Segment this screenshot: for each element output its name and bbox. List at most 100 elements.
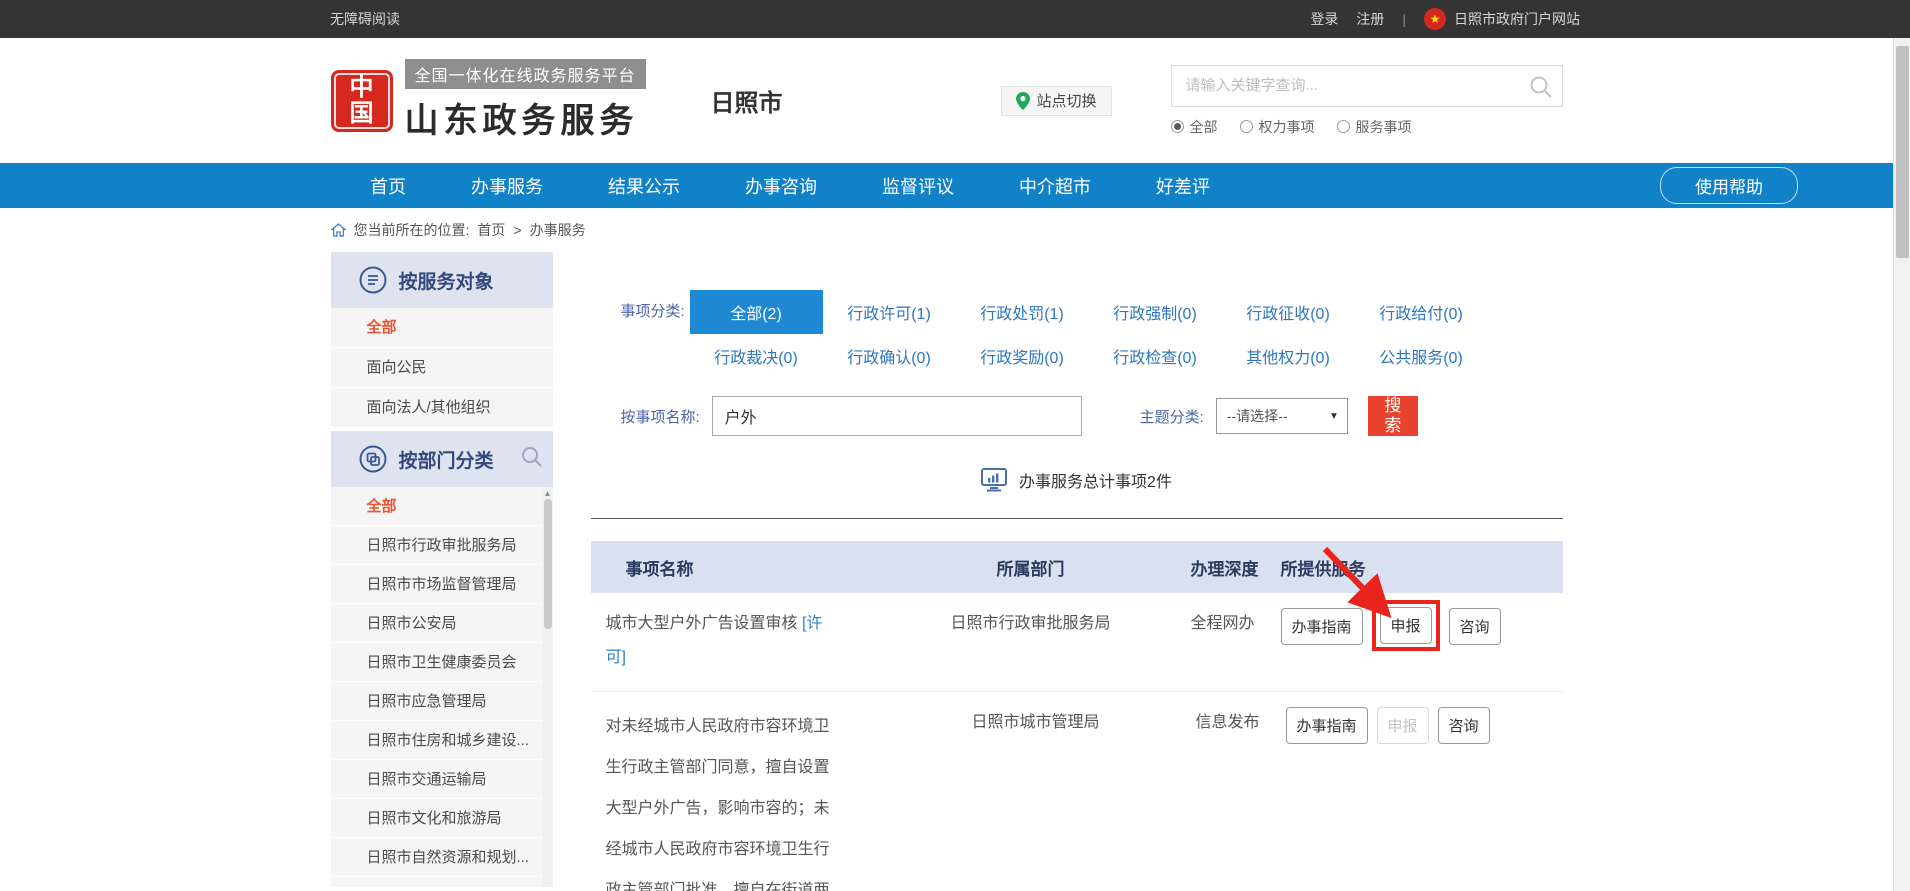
sidebar-scroll-thumb[interactable]: [544, 499, 552, 629]
nav-item-supervision[interactable]: 监督评议: [882, 173, 954, 199]
nav-item-consult[interactable]: 办事咨询: [745, 173, 817, 199]
scope-label: 权力事项: [1259, 117, 1315, 137]
item-name-link[interactable]: 城市大型户外广告设置审核: [606, 615, 798, 632]
department-circle-icon: [359, 445, 387, 473]
col-department: 所属部门: [931, 555, 1131, 580]
department-search-icon[interactable]: [520, 445, 544, 474]
sidebar-scrollbar[interactable]: ▲: [543, 487, 553, 887]
scope-radio-service[interactable]: 服务事项: [1337, 117, 1412, 137]
keyword-search-input[interactable]: [1172, 66, 1562, 106]
service-target-header: 按服务对象: [331, 252, 553, 308]
department-item-all[interactable]: 全部: [331, 487, 553, 526]
login-link[interactable]: 登录: [1310, 9, 1338, 29]
tab-xingzheng-jifu[interactable]: 行政给付(0): [1355, 290, 1488, 334]
guide-button[interactable]: 办事指南: [1281, 608, 1363, 645]
page-scroll-thumb[interactable]: [1896, 46, 1909, 258]
search-button[interactable]: 搜 索: [1368, 396, 1418, 436]
scope-radio-all[interactable]: 全部: [1171, 117, 1218, 137]
tab-xingzheng-queren[interactable]: 行政确认(0): [823, 334, 956, 378]
topic-select[interactable]: --请选择-- ▼: [1216, 398, 1348, 434]
scope-label: 全部: [1190, 117, 1218, 137]
tab-xingzheng-jiancha[interactable]: 行政检查(0): [1089, 334, 1222, 378]
guide-button[interactable]: 办事指南: [1286, 707, 1368, 744]
breadcrumb-home[interactable]: 首页: [477, 220, 505, 240]
item-name-text[interactable]: 对未经城市人民政府市容环境卫生行政主管部门同意，擅自设置大型户外广告，影响市容的…: [591, 706, 841, 891]
register-link[interactable]: 注册: [1356, 9, 1384, 29]
tab-xingzheng-qiangzhi[interactable]: 行政强制(0): [1089, 290, 1222, 334]
service-target-item-all[interactable]: 全部: [331, 308, 553, 348]
item-department: 日照市城市管理局: [936, 706, 1136, 740]
page-scrollbar[interactable]: [1893, 38, 1910, 891]
item-name-input[interactable]: [712, 396, 1082, 436]
tab-qita-quanli[interactable]: 其他权力(0): [1222, 334, 1355, 378]
main-navigation: 首页 办事服务 结果公示 办事咨询 监督评议 中介超市 好差评 使用帮助: [0, 163, 1893, 208]
radio-icon: [1171, 120, 1184, 133]
department-item[interactable]: 日照市公安局: [331, 604, 553, 643]
apply-button-disabled: 申报: [1377, 707, 1429, 744]
nav-item-home[interactable]: 首页: [370, 173, 406, 199]
service-target-title: 按服务对象: [399, 267, 494, 294]
category-tabs: 全部(2) 行政许可(1) 行政处罚(1) 行政强制(0) 行政征收(0) 行政…: [690, 290, 1488, 378]
category-label: 事项分类:: [591, 290, 690, 378]
scope-label: 服务事项: [1356, 117, 1412, 137]
tab-gonggong-fuwu[interactable]: 公共服务(0): [1355, 334, 1488, 378]
radio-icon: [1240, 120, 1253, 133]
tab-xingzheng-caijue[interactable]: 行政裁决(0): [690, 334, 823, 378]
portal-link-label: 日照市政府门户网站: [1454, 9, 1580, 29]
site-logo[interactable]: 中国 全国一体化在线政务服务平台 山东政务服务: [331, 59, 646, 142]
tab-xingzheng-xuke[interactable]: 行政许可(1): [823, 290, 956, 334]
department-item[interactable]: 日照市住房和城乡建设...: [331, 721, 553, 760]
location-pin-icon: [1016, 92, 1030, 110]
consult-button[interactable]: 咨询: [1438, 707, 1490, 744]
department-header: 按部门分类: [331, 431, 553, 487]
tab-xingzheng-jiangli[interactable]: 行政奖励(0): [956, 334, 1089, 378]
site-switch-button[interactable]: 站点切换: [1001, 86, 1112, 116]
tab-xingzheng-chufa[interactable]: 行政处罚(1): [956, 290, 1089, 334]
breadcrumb: 您当前所在的位置: 首页 > 办事服务: [0, 208, 1893, 252]
nav-item-services[interactable]: 办事服务: [471, 173, 543, 199]
nav-item-rating[interactable]: 好差评: [1156, 173, 1210, 199]
table-row: 城市大型户外广告设置审核 [许可] 日照市行政审批服务局 全程网办: [591, 593, 1563, 692]
department-item[interactable]: 日照市卫生健康委员会: [331, 643, 553, 682]
col-depth: 办理深度: [1191, 555, 1281, 580]
top-utility-bar: 无障碍阅读 登录 注册 | ★ 日照市政府门户网站: [0, 0, 1910, 38]
stats-monitor-icon: [981, 468, 1007, 492]
department-item[interactable]: 日照市交通运输局: [331, 760, 553, 799]
breadcrumb-separator: >: [513, 222, 521, 238]
help-button[interactable]: 使用帮助: [1660, 167, 1798, 204]
search-icon[interactable]: [1528, 74, 1554, 105]
tab-all[interactable]: 全部(2): [690, 290, 823, 334]
results-panel: 事项分类: 全部(2) 行政许可(1) 行政处罚(1) 行政强制(0) 行政征收…: [591, 252, 1563, 891]
platform-badge: 全国一体化在线政务服务平台: [405, 59, 646, 89]
scroll-up-icon[interactable]: ▲: [543, 489, 553, 498]
shandong-seal-icon: 中国: [331, 70, 393, 132]
topic-select-value: --请选择--: [1227, 406, 1288, 426]
service-target-item-citizen[interactable]: 面向公民: [331, 348, 553, 388]
department-item[interactable]: 日照市市场监督管理局: [331, 565, 553, 604]
table-header: 事项名称 所属部门 办理深度 所提供服务: [591, 541, 1563, 593]
department-item[interactable]: 日照市自然资源和规划...: [331, 838, 553, 877]
tab-xingzheng-zhengshou[interactable]: 行政征收(0): [1222, 290, 1355, 334]
item-depth: 信息发布: [1196, 706, 1286, 740]
section-divider: [591, 518, 1563, 519]
department-item[interactable]: 日照市应急管理局: [331, 682, 553, 721]
filter-sidebar: 按服务对象 全部 面向公民 面向法人/其他组织 按部门分类: [331, 252, 553, 891]
service-target-item-legal[interactable]: 面向法人/其他组织: [331, 388, 553, 428]
portal-link[interactable]: ★ 日照市政府门户网站: [1424, 8, 1580, 30]
national-emblem-icon: ★: [1424, 8, 1446, 30]
department-item[interactable]: 日照市文化和旅游局: [331, 799, 553, 838]
topic-label: 主题分类:: [1140, 406, 1204, 427]
accessibility-link[interactable]: 无障碍阅读: [330, 9, 400, 29]
brand-title: 山东政务服务: [405, 93, 646, 142]
items-table: 事项名称 所属部门 办理深度 所提供服务 城市大型户外广告设置审核 [许可] 日…: [591, 541, 1563, 891]
annotation-highlight-box: 申报: [1372, 600, 1440, 651]
nav-item-intermediary[interactable]: 中介超市: [1019, 173, 1091, 199]
nav-item-results[interactable]: 结果公示: [608, 173, 680, 199]
list-circle-icon: [359, 266, 387, 294]
apply-button[interactable]: 申报: [1380, 607, 1432, 644]
scope-radio-power[interactable]: 权力事项: [1240, 117, 1315, 137]
breadcrumb-current[interactable]: 办事服务: [530, 220, 586, 240]
department-item[interactable]: 日照市行政审批服务局: [331, 526, 553, 565]
table-row: 对未经城市人民政府市容环境卫生行政主管部门同意，擅自设置大型户外广告，影响市容的…: [591, 692, 1563, 891]
consult-button[interactable]: 咨询: [1449, 608, 1501, 645]
